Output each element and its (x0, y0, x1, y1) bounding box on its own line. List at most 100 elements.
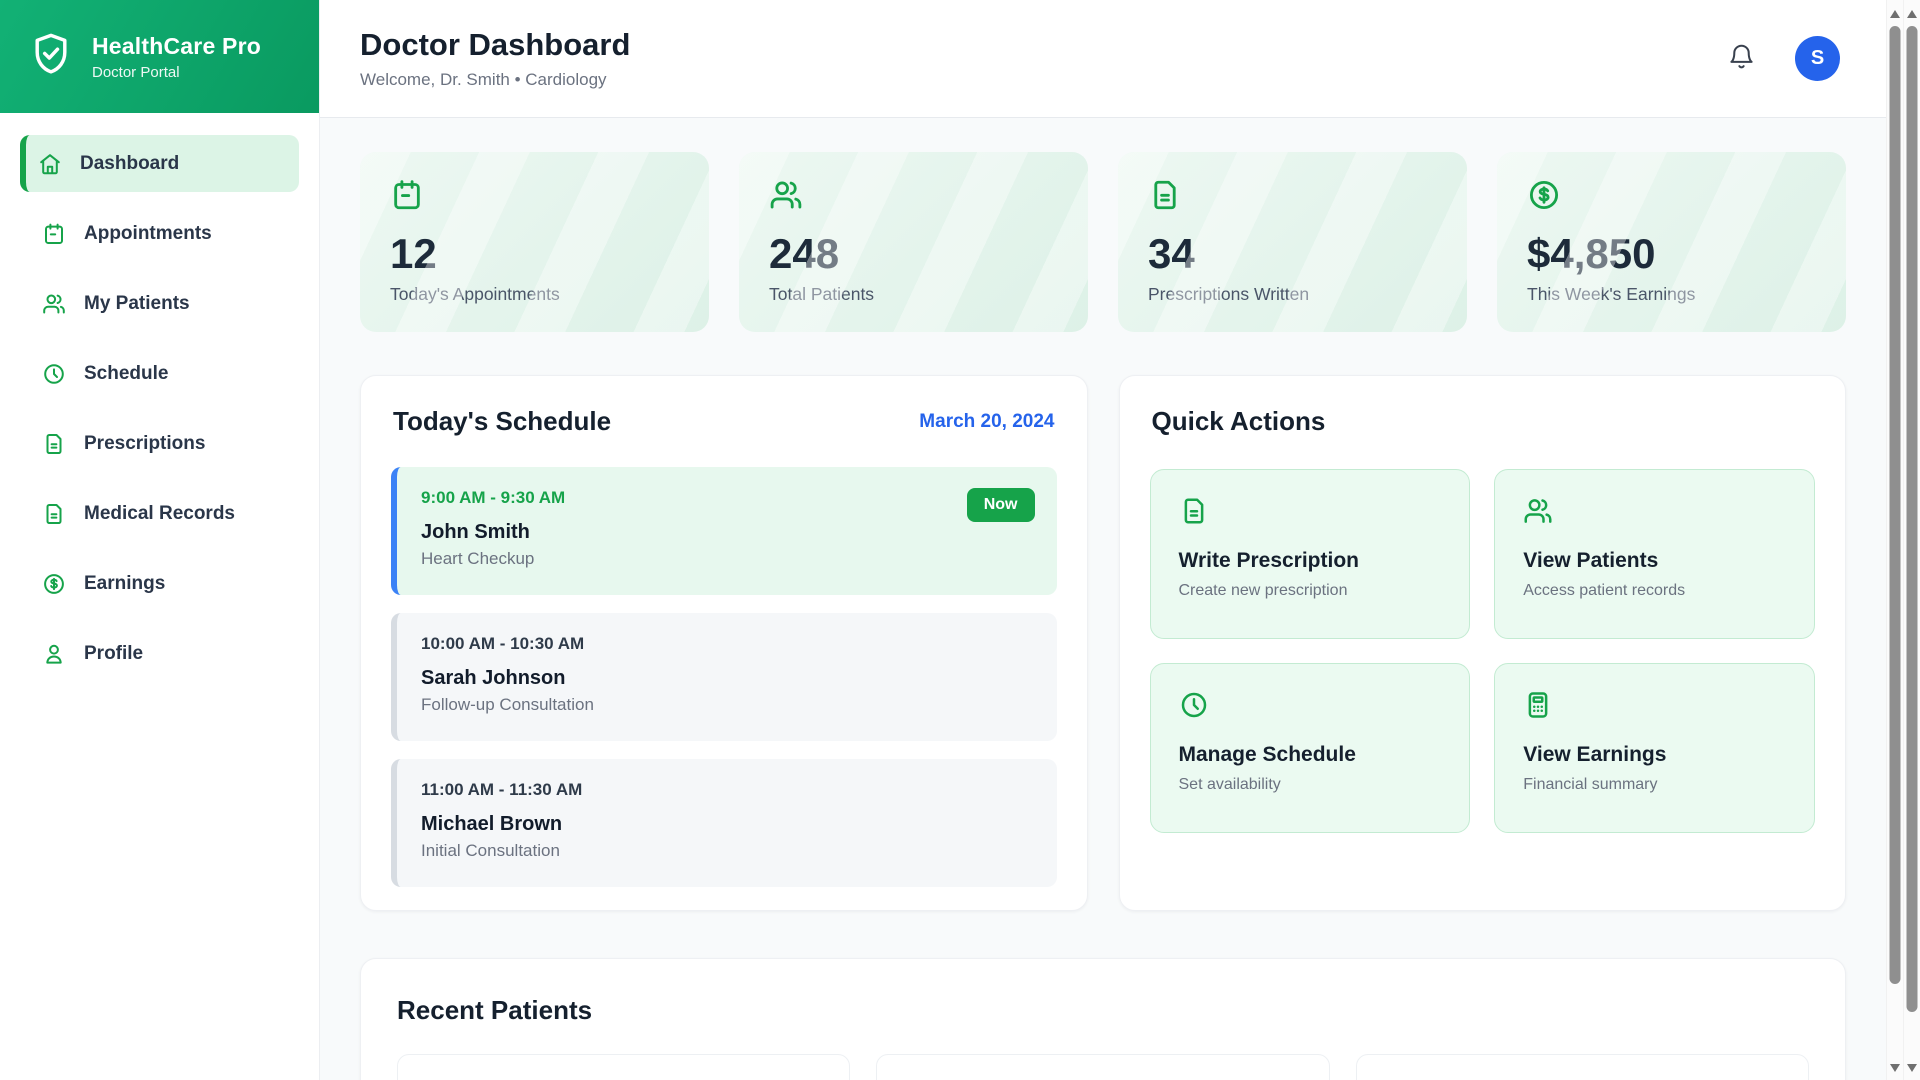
stat-card-this-week-s-earnings: $4,850 This Week's Earnings (1497, 152, 1846, 332)
action-title: Manage Schedule (1179, 743, 1442, 767)
topbar: Doctor Dashboard Welcome, Dr. Smith • Ca… (320, 0, 1886, 118)
appointment-row[interactable]: 10:00 AM - 10:30 AM Sarah Johnson Follow-u… (391, 613, 1057, 741)
outer-vertical-scrollbar[interactable] (1903, 0, 1920, 1080)
patient-card[interactable]: Sarah Johnson (876, 1054, 1329, 1080)
sidebar-item-profile[interactable]: Profile (20, 625, 299, 682)
schedule-date-link[interactable]: March 20, 2024 (919, 411, 1054, 433)
scroll-up-arrow-icon[interactable] (1907, 10, 1917, 18)
action-subtitle: Create new prescription (1179, 582, 1442, 600)
sidebar-item-label: Dashboard (80, 153, 179, 175)
action-card-view-patients[interactable]: View Patients Access patient records (1494, 469, 1815, 639)
action-subtitle: Financial summary (1523, 776, 1786, 794)
stat-label: Prescriptions Written (1148, 284, 1437, 305)
appointment-row[interactable]: 11:00 AM - 11:30 AM Michael Brown Initial … (391, 759, 1057, 887)
dollar-icon (1527, 178, 1561, 212)
clock-icon (42, 362, 66, 386)
page-subtitle: Welcome, Dr. Smith • Cardiology (360, 70, 630, 90)
sidebar-item-my-patients[interactable]: My Patients (20, 275, 299, 332)
stat-card-total-patients: 248 Total Patients (739, 152, 1088, 332)
dollar-icon (42, 572, 66, 596)
sidebar-item-appointments[interactable]: Appointments (20, 205, 299, 262)
brand-subtitle: Doctor Portal (92, 64, 261, 81)
notifications-button[interactable] (1728, 43, 1755, 75)
quick-actions-title: Quick Actions (1152, 406, 1326, 437)
recent-patients-title: Recent Patients (397, 995, 1809, 1026)
home-icon (38, 152, 62, 176)
action-card-view-earnings[interactable]: View Earnings Financial summary (1494, 663, 1815, 833)
action-card-write-prescription[interactable]: Write Prescription Create new prescriptio… (1150, 469, 1471, 639)
sidebar-item-prescriptions[interactable]: Prescriptions (20, 415, 299, 472)
scroll-down-arrow-icon[interactable] (1907, 1064, 1917, 1072)
calendar-icon (42, 222, 66, 246)
now-badge: Now (967, 488, 1035, 522)
stat-value: $4,850 (1527, 233, 1816, 275)
scrollbar-area (1886, 0, 1920, 1080)
scroll-down-arrow-icon[interactable] (1890, 1064, 1900, 1072)
file-icon (42, 502, 66, 526)
appointment-patient: John Smith (421, 521, 1033, 544)
appointment-time: 9:00 AM - 9:30 AM (421, 488, 1033, 508)
users-icon (1523, 496, 1553, 526)
sidebar-item-dashboard[interactable]: Dashboard (20, 135, 299, 192)
quick-actions-grid: Write Prescription Create new prescriptio… (1146, 469, 1820, 833)
stat-label: Total Patients (769, 284, 1058, 305)
inner-scrollbar-thumb[interactable] (1890, 26, 1901, 984)
outer-scrollbar-thumb[interactable] (1907, 26, 1918, 1012)
stat-card-prescriptions-written: 34Prescriptions Written (1118, 152, 1467, 332)
patient-card[interactable]: John Smith (397, 1054, 850, 1080)
appointment-type: Follow-up Consultation (421, 695, 1033, 715)
appointments-list: 9:00 AM - 9:30 AM John Smith Heart Checkup… (387, 467, 1061, 887)
action-card-manage-schedule[interactable]: Manage Schedule Set availability (1150, 663, 1471, 833)
brand-header: HealthCare Pro Doctor Portal (0, 0, 319, 113)
appointment-patient: Sarah Johnson (421, 667, 1033, 690)
appointment-row[interactable]: 9:00 AM - 9:30 AM John Smith Heart Checkup… (391, 467, 1057, 595)
sidebar-item-medical-records[interactable]: Medical Records (20, 485, 299, 542)
sidebar-item-label: My Patients (84, 293, 190, 315)
patient-card[interactable]: Michael Brown (1356, 1054, 1809, 1080)
main-column: Doctor Dashboard Welcome, Dr. Smith • Ca… (320, 0, 1886, 1080)
sidebar-item-label: Schedule (84, 363, 168, 385)
sidebar-item-label: Prescriptions (84, 433, 205, 455)
inner-vertical-scrollbar[interactable] (1886, 0, 1903, 1080)
sidebar-item-label: Earnings (84, 573, 165, 595)
appointment-type: Initial Consultation (421, 841, 1033, 861)
sidebar-item-schedule[interactable]: Schedule (20, 345, 299, 402)
calendar-icon (390, 178, 424, 212)
clock-icon (1179, 690, 1209, 720)
stats-row: 12 Today's Appointments 248 Total Patients 3… (360, 152, 1846, 332)
appointment-time: 10:00 AM - 10:30 AM (421, 634, 1033, 654)
dashboard-content: 12 Today's Appointments 248 Total Patients 3… (320, 118, 1886, 1080)
action-title: View Patients (1523, 549, 1786, 573)
sidebar-item-label: Medical Records (84, 503, 235, 525)
recent-patients-grid: John Smith Sarah Johnson Michael Brown (397, 1054, 1809, 1080)
bell-icon (1728, 43, 1755, 70)
users-icon (42, 292, 66, 316)
file-icon (1148, 178, 1182, 212)
stat-label: This Week's Earnings (1527, 284, 1816, 305)
stat-label: Today's Appointments (390, 284, 679, 305)
action-subtitle: Set availability (1179, 776, 1442, 794)
calculator-icon (1523, 690, 1553, 720)
file-icon (42, 432, 66, 456)
appointment-time: 11:00 AM - 11:30 AM (421, 780, 1033, 800)
sidebar-item-label: Appointments (84, 223, 212, 245)
sidebar-item-label: Profile (84, 643, 143, 665)
recent-patients-panel: Recent Patients John Smith Sarah Johnson M… (360, 958, 1846, 1080)
stat-value: 12 (390, 233, 679, 275)
stat-card-today-s-appointments: 12 Today's Appointments (360, 152, 709, 332)
appointment-type: Heart Checkup (421, 549, 1033, 569)
schedule-title: Today's Schedule (393, 406, 611, 437)
action-title: Write Prescription (1179, 549, 1442, 573)
action-title: View Earnings (1523, 743, 1786, 767)
appointment-patient: Michael Brown (421, 813, 1033, 836)
scroll-up-arrow-icon[interactable] (1890, 10, 1900, 18)
file-icon (1179, 496, 1209, 526)
action-subtitle: Access patient records (1523, 582, 1786, 600)
sidebar-item-earnings[interactable]: Earnings (20, 555, 299, 612)
user-icon (42, 642, 66, 666)
stat-value: 248 (769, 233, 1058, 275)
shield-check-icon (28, 31, 74, 82)
users-icon (769, 178, 803, 212)
avatar[interactable]: S (1795, 36, 1840, 81)
sidebar-nav: Dashboard Appointments My Patients Schedule… (0, 113, 319, 717)
